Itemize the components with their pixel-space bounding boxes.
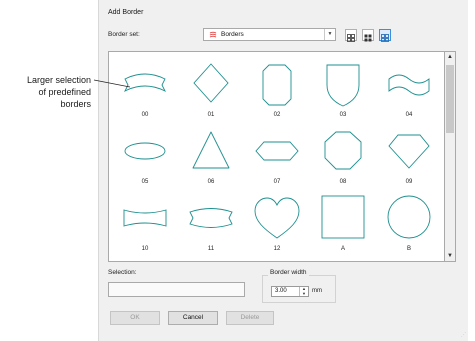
callout-pointer — [93, 79, 131, 88]
screen: Add Border Border set: Borders ▼ 00 01 0… — [0, 0, 475, 341]
